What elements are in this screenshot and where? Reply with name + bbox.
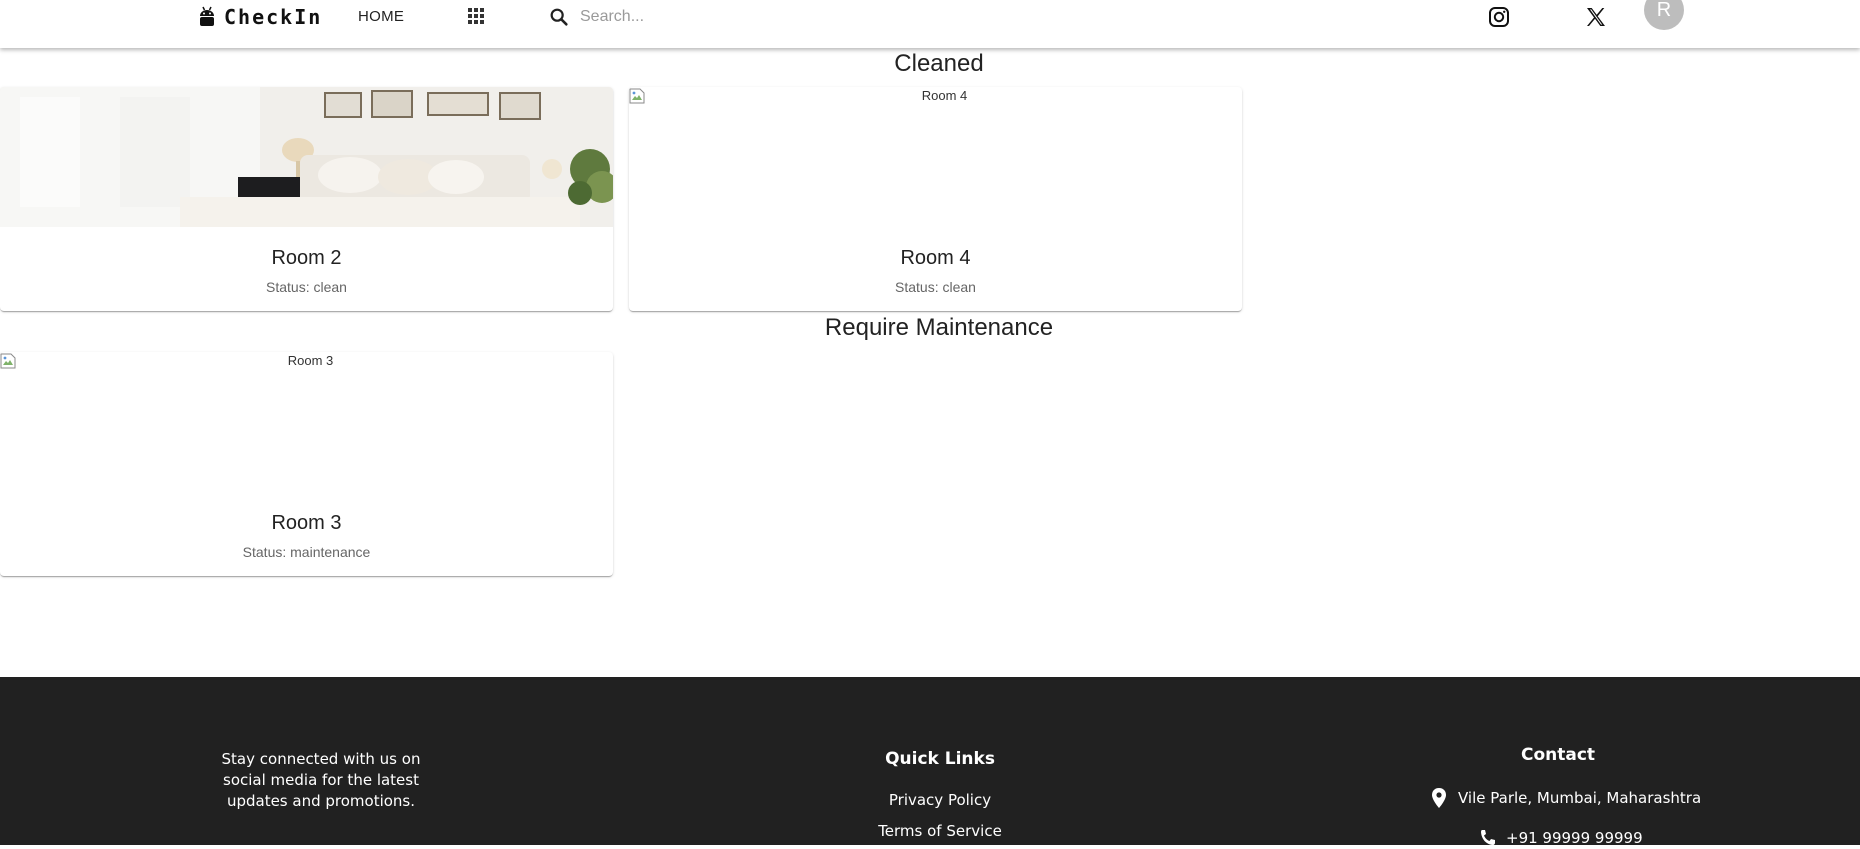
contact-title: Contact bbox=[1520, 745, 1596, 765]
quick-links-title: Quick Links bbox=[885, 749, 995, 769]
image-alt-text: Room 3 bbox=[287, 353, 334, 368]
room-photo: Room 4 bbox=[629, 87, 1242, 227]
section-title-cleaned: Cleaned bbox=[894, 50, 984, 77]
search-bar bbox=[548, 4, 928, 30]
nav-home-link[interactable]: HOME bbox=[358, 8, 404, 25]
android-logo-icon bbox=[200, 6, 214, 26]
phone-icon bbox=[1481, 830, 1495, 845]
bedroom-photo-image bbox=[0, 87, 613, 227]
room-name: Room 4 bbox=[900, 247, 971, 269]
apps-grid-icon[interactable] bbox=[468, 8, 484, 24]
room-card[interactable]: Room 2 Status: clean bbox=[0, 87, 613, 311]
top-app-bar: CheckIn HOME R bbox=[0, 0, 1860, 48]
terms-of-service-link[interactable]: Terms of Service bbox=[840, 822, 1040, 840]
search-input[interactable] bbox=[580, 8, 880, 26]
room-name: Room 2 bbox=[271, 247, 342, 269]
contact-phone: +91 99999 99999 bbox=[1478, 827, 1643, 849]
section-title-maintenance: Require Maintenance bbox=[824, 314, 1054, 341]
room-photo bbox=[0, 87, 613, 227]
footer-about-text: Stay connected with us on social media f… bbox=[221, 750, 421, 810]
avatar[interactable]: R bbox=[1644, 0, 1684, 30]
brand[interactable]: CheckIn bbox=[198, 4, 322, 30]
room-photo: Room 3 bbox=[0, 352, 613, 492]
phone-text: +91 99999 99999 bbox=[1506, 829, 1643, 847]
instagram-icon[interactable] bbox=[1487, 5, 1511, 29]
x-twitter-icon[interactable] bbox=[1584, 5, 1608, 29]
address-text: Vile Parle, Mumbai, Maharashtra bbox=[1458, 789, 1702, 807]
room-status: Status: clean bbox=[266, 279, 347, 295]
room-card[interactable]: Room 3 Room 3 Status: maintenance bbox=[0, 352, 613, 576]
contact-address: Vile Parle, Mumbai, Maharashtra bbox=[1430, 787, 1701, 809]
image-alt-text: Room 4 bbox=[921, 88, 968, 103]
search-icon bbox=[550, 8, 568, 26]
room-status: Status: clean bbox=[895, 279, 976, 295]
room-name: Room 3 bbox=[271, 512, 342, 534]
room-card[interactable]: Room 4 Room 4 Status: clean bbox=[629, 87, 1242, 311]
room-status: Status: maintenance bbox=[242, 544, 371, 560]
brand-name: CheckIn bbox=[224, 5, 323, 29]
privacy-policy-link[interactable]: Privacy Policy bbox=[840, 791, 1040, 809]
location-pin-icon bbox=[1432, 788, 1446, 808]
footer: Stay connected with us on social media f… bbox=[0, 677, 1860, 847]
